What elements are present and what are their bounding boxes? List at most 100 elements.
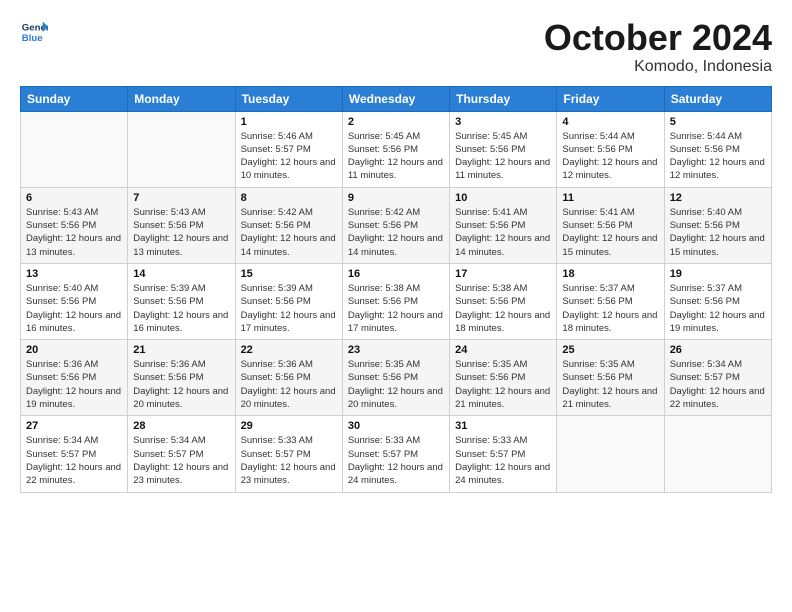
calendar-cell: 22 Sunrise: 5:36 AMSunset: 5:56 PMDayligh… xyxy=(235,340,342,416)
calendar-cell: 10 Sunrise: 5:41 AMSunset: 5:56 PMDayligh… xyxy=(450,187,557,263)
day-number: 4 xyxy=(562,116,658,128)
day-header: Wednesday xyxy=(342,86,449,111)
day-number: 18 xyxy=(562,268,658,280)
day-number: 19 xyxy=(670,268,766,280)
month-title: October 2024 xyxy=(544,18,772,58)
day-number: 29 xyxy=(241,420,337,432)
day-info: Sunrise: 5:38 AMSunset: 5:56 PMDaylight:… xyxy=(455,282,551,335)
calendar-cell: 19 Sunrise: 5:37 AMSunset: 5:56 PMDayligh… xyxy=(664,263,771,339)
calendar-cell: 23 Sunrise: 5:35 AMSunset: 5:56 PMDayligh… xyxy=(342,340,449,416)
day-number: 10 xyxy=(455,192,551,204)
calendar-cell: 25Sunrise: 5:35 AMSunset: 5:56 PMDayligh… xyxy=(557,340,664,416)
day-info: Sunrise: 5:36 AMSunset: 5:56 PMDaylight:… xyxy=(241,358,337,411)
calendar-cell: 18 Sunrise: 5:37 AMSunset: 5:56 PMDayligh… xyxy=(557,263,664,339)
logo: General Blue xyxy=(20,18,48,46)
calendar-cell: 5 Sunrise: 5:44 AMSunset: 5:56 PMDaylight… xyxy=(664,111,771,187)
day-header: Sunday xyxy=(21,86,128,111)
day-number: 11 xyxy=(562,192,658,204)
calendar-cell: 11 Sunrise: 5:41 AMSunset: 5:56 PMDayligh… xyxy=(557,187,664,263)
day-info: Sunrise: 5:33 AMSunset: 5:57 PMDaylight:… xyxy=(241,434,337,487)
day-number: 28 xyxy=(133,420,229,432)
calendar: SundayMondayTuesdayWednesdayThursdayFrid… xyxy=(20,86,772,493)
calendar-cell: 9 Sunrise: 5:42 AMSunset: 5:56 PMDaylight… xyxy=(342,187,449,263)
day-header: Tuesday xyxy=(235,86,342,111)
calendar-cell: 15 Sunrise: 5:39 AMSunset: 5:56 PMDayligh… xyxy=(235,263,342,339)
day-info: Sunrise: 5:41 AMSunset: 5:56 PMDaylight:… xyxy=(562,206,658,259)
day-info: Sunrise: 5:39 AMSunset: 5:56 PMDaylight:… xyxy=(241,282,337,335)
day-info: Sunrise: 5:34 AMSunset: 5:57 PMDaylight:… xyxy=(133,434,229,487)
day-number: 22 xyxy=(241,344,337,356)
svg-text:Blue: Blue xyxy=(22,33,43,44)
day-info: Sunrise: 5:38 AMSunset: 5:56 PMDaylight:… xyxy=(348,282,444,335)
calendar-cell xyxy=(128,111,235,187)
day-number: 5 xyxy=(670,116,766,128)
day-number: 9 xyxy=(348,192,444,204)
day-number: 16 xyxy=(348,268,444,280)
header: General Blue October 2024 Komodo, Indone… xyxy=(20,18,772,76)
day-number: 7 xyxy=(133,192,229,204)
day-info: Sunrise: 5:35 AMSunset: 5:56 PMDaylight:… xyxy=(455,358,551,411)
day-info: Sunrise: 5:46 AMSunset: 5:57 PMDaylight:… xyxy=(241,130,337,183)
calendar-cell: 20 Sunrise: 5:36 AMSunset: 5:56 PMDayligh… xyxy=(21,340,128,416)
day-number: 2 xyxy=(348,116,444,128)
page: General Blue October 2024 Komodo, Indone… xyxy=(0,0,792,612)
calendar-cell: 13 Sunrise: 5:40 AMSunset: 5:56 PMDayligh… xyxy=(21,263,128,339)
calendar-cell: 7 Sunrise: 5:43 AMSunset: 5:56 PMDaylight… xyxy=(128,187,235,263)
day-number: 15 xyxy=(241,268,337,280)
calendar-cell: 6Sunrise: 5:43 AMSunset: 5:56 PMDaylight… xyxy=(21,187,128,263)
day-info: Sunrise: 5:37 AMSunset: 5:56 PMDaylight:… xyxy=(562,282,658,335)
calendar-cell: 28 Sunrise: 5:34 AMSunset: 5:57 PMDayligh… xyxy=(128,416,235,492)
day-info: Sunrise: 5:37 AMSunset: 5:56 PMDaylight:… xyxy=(670,282,766,335)
day-info: Sunrise: 5:41 AMSunset: 5:56 PMDaylight:… xyxy=(455,206,551,259)
day-number: 23 xyxy=(348,344,444,356)
day-number: 13 xyxy=(26,268,122,280)
day-info: Sunrise: 5:45 AMSunset: 5:56 PMDaylight:… xyxy=(348,130,444,183)
day-number: 14 xyxy=(133,268,229,280)
calendar-cell: 27 Sunrise: 5:34 AMSunset: 5:57 PMDayligh… xyxy=(21,416,128,492)
day-number: 3 xyxy=(455,116,551,128)
day-info: Sunrise: 5:40 AMSunset: 5:56 PMDaylight:… xyxy=(26,282,122,335)
day-number: 8 xyxy=(241,192,337,204)
day-header: Thursday xyxy=(450,86,557,111)
day-number: 12 xyxy=(670,192,766,204)
day-header: Friday xyxy=(557,86,664,111)
day-info: Sunrise: 5:45 AMSunset: 5:56 PMDaylight:… xyxy=(455,130,551,183)
day-info: Sunrise: 5:43 AMSunset: 5:56 PMDaylight:… xyxy=(133,206,229,259)
day-info: Sunrise: 5:42 AMSunset: 5:56 PMDaylight:… xyxy=(241,206,337,259)
calendar-cell: 14 Sunrise: 5:39 AMSunset: 5:56 PMDayligh… xyxy=(128,263,235,339)
day-info: Sunrise: 5:35 AMSunset: 5:56 PMDaylight:… xyxy=(348,358,444,411)
day-info: Sunrise: 5:33 AMSunset: 5:57 PMDaylight:… xyxy=(455,434,551,487)
day-number: 21 xyxy=(133,344,229,356)
day-number: 1 xyxy=(241,116,337,128)
day-info: Sunrise: 5:40 AMSunset: 5:56 PMDaylight:… xyxy=(670,206,766,259)
title-block: October 2024 Komodo, Indonesia xyxy=(544,18,772,76)
calendar-cell: 26Sunrise: 5:34 AMSunset: 5:57 PMDayligh… xyxy=(664,340,771,416)
day-number: 27 xyxy=(26,420,122,432)
calendar-cell: 29 Sunrise: 5:33 AMSunset: 5:57 PMDayligh… xyxy=(235,416,342,492)
day-number: 30 xyxy=(348,420,444,432)
day-info: Sunrise: 5:36 AMSunset: 5:56 PMDaylight:… xyxy=(133,358,229,411)
day-info: Sunrise: 5:44 AMSunset: 5:56 PMDaylight:… xyxy=(562,130,658,183)
calendar-cell xyxy=(664,416,771,492)
day-info: Sunrise: 5:43 AMSunset: 5:56 PMDaylight:… xyxy=(26,206,122,259)
calendar-cell: 8 Sunrise: 5:42 AMSunset: 5:56 PMDaylight… xyxy=(235,187,342,263)
day-info: Sunrise: 5:34 AMSunset: 5:57 PMDaylight:… xyxy=(670,358,766,411)
calendar-cell: 1 Sunrise: 5:46 AMSunset: 5:57 PMDaylight… xyxy=(235,111,342,187)
day-info: Sunrise: 5:36 AMSunset: 5:56 PMDaylight:… xyxy=(26,358,122,411)
calendar-cell: 24 Sunrise: 5:35 AMSunset: 5:56 PMDayligh… xyxy=(450,340,557,416)
day-number: 20 xyxy=(26,344,122,356)
day-header: Saturday xyxy=(664,86,771,111)
calendar-cell: 3 Sunrise: 5:45 AMSunset: 5:56 PMDaylight… xyxy=(450,111,557,187)
day-info: Sunrise: 5:34 AMSunset: 5:57 PMDaylight:… xyxy=(26,434,122,487)
day-number: 24 xyxy=(455,344,551,356)
location: Komodo, Indonesia xyxy=(544,58,772,76)
day-info: Sunrise: 5:39 AMSunset: 5:56 PMDaylight:… xyxy=(133,282,229,335)
day-info: Sunrise: 5:42 AMSunset: 5:56 PMDaylight:… xyxy=(348,206,444,259)
calendar-cell xyxy=(557,416,664,492)
day-number: 17 xyxy=(455,268,551,280)
calendar-cell: 4 Sunrise: 5:44 AMSunset: 5:56 PMDaylight… xyxy=(557,111,664,187)
day-header: Monday xyxy=(128,86,235,111)
day-number: 31 xyxy=(455,420,551,432)
day-info: Sunrise: 5:44 AMSunset: 5:56 PMDaylight:… xyxy=(670,130,766,183)
calendar-cell: 21 Sunrise: 5:36 AMSunset: 5:56 PMDayligh… xyxy=(128,340,235,416)
